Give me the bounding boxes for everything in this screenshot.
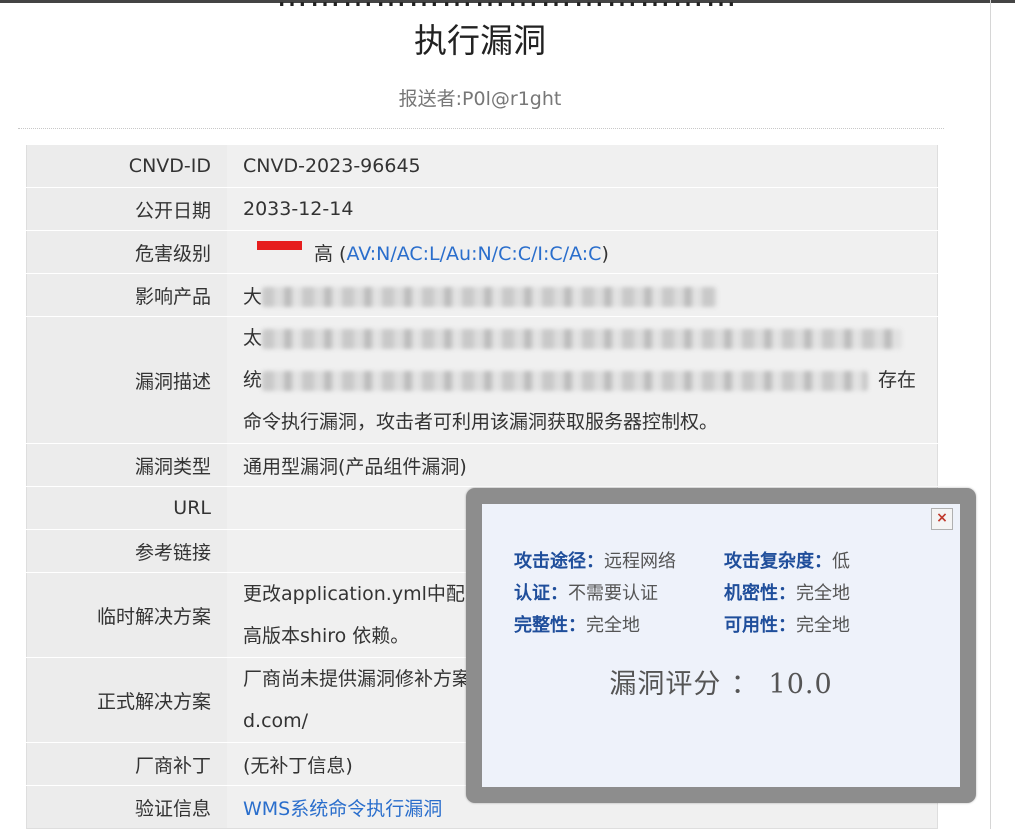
severity-open-paren: ( (333, 242, 347, 265)
score-value: 10.0 (768, 669, 833, 700)
metric-key: 攻击复杂度： (724, 551, 832, 572)
scrollbar-track[interactable] (990, 0, 991, 829)
metric-row: 认证：不需要认证 机密性：完全地 (514, 578, 934, 610)
metric-integrity: 完整性：完全地 (514, 610, 724, 642)
metric-value: 低 (832, 551, 850, 572)
row-cnvd-id: CNVD-ID CNVD-2023-96645 (26, 144, 938, 188)
row-vuln-type: 漏洞类型 通用型漏洞(产品组件漏洞) (26, 443, 938, 487)
metric-confidentiality: 机密性：完全地 (724, 578, 934, 610)
description-line1-prefix: 太 (243, 327, 263, 349)
score-label: 漏洞评分 ： (609, 669, 759, 700)
metric-value: 完全地 (796, 583, 850, 604)
cvss-metrics: 攻击途径：远程网络 攻击复杂度：低 认证：不需要认证 机密性：完全地 完整性：完… (514, 546, 934, 642)
value-severity: 高 (AV:N/AC:L/Au:N/C:C/I:C/A:C) (227, 230, 938, 274)
page-title: 执行漏洞 (414, 21, 546, 60)
redacted-product (262, 287, 718, 307)
cvss-popup-body: × 攻击途径：远程网络 攻击复杂度：低 认证：不需要认证 机密性：完全地 完整性… (482, 504, 960, 787)
label-solution: 正式解决方案 (26, 657, 227, 743)
description-line2-suffix: 存在 (878, 369, 917, 391)
metric-access-complexity: 攻击复杂度：低 (724, 546, 934, 578)
metric-access-vector: 攻击途径：远程网络 (514, 546, 724, 578)
metric-key: 可用性： (724, 615, 796, 636)
close-icon[interactable]: × (931, 508, 953, 530)
label-vuln-type: 漏洞类型 (26, 443, 227, 487)
description-line2-prefix: 统 (243, 369, 263, 391)
label-product: 影响产品 (26, 273, 227, 317)
label-workaround: 临时解决方案 (26, 572, 227, 658)
page-title-partial: …………………………………… (0, 0, 1015, 6)
label-patch: 厂商补丁 (26, 742, 227, 786)
verification-link[interactable]: WMS系统命令执行漏洞 (243, 798, 442, 820)
redacted-description-line2 (262, 370, 869, 391)
value-cnvd-id: CNVD-2023-96645 (227, 144, 938, 188)
severity-close-paren: ) (601, 242, 609, 265)
metric-row: 攻击途径：远程网络 攻击复杂度：低 (514, 546, 934, 578)
row-product: 影响产品 大 (26, 273, 938, 317)
label-publish-date: 公开日期 (26, 187, 227, 231)
metric-value: 完全地 (796, 615, 850, 636)
metric-key: 机密性： (724, 583, 796, 604)
row-description: 漏洞描述 太 统 存在 命令执行漏洞，攻击者可利用该漏洞获取服务器控制权。 (26, 316, 938, 444)
label-reference: 参考链接 (26, 529, 227, 573)
value-description: 太 统 存在 命令执行漏洞，攻击者可利用该漏洞获取服务器控制权。 (227, 316, 938, 444)
vuln-score: 漏洞评分 ： 10.0 (482, 662, 960, 701)
label-severity: 危害级别 (26, 230, 227, 274)
metric-key: 攻击途径： (514, 551, 604, 572)
label-cnvd-id: CNVD-ID (26, 144, 227, 188)
reporter: 报送者:P0l@r1ght (398, 88, 562, 110)
metric-key: 认证： (514, 583, 568, 604)
divider (18, 128, 944, 129)
redacted-description-line1 (262, 328, 903, 349)
cvss-popup: × 攻击途径：远程网络 攻击复杂度：低 认证：不需要认证 机密性：完全地 完整性… (466, 488, 976, 803)
metric-row: 完整性：完全地 可用性：完全地 (514, 610, 934, 642)
label-verification: 验证信息 (26, 785, 227, 829)
severity-level: 高 (314, 242, 334, 265)
value-product: 大 (227, 273, 938, 317)
description-line3: 命令执行漏洞，攻击者可利用该漏洞获取服务器控制权。 (243, 411, 719, 433)
metric-value: 完全地 (586, 615, 640, 636)
row-publish-date: 公开日期 2033-12-14 (26, 187, 938, 231)
product-prefix: 大 (243, 285, 263, 308)
label-description: 漏洞描述 (26, 316, 227, 444)
value-publish-date: 2033-12-14 (227, 187, 938, 231)
metric-key: 完整性： (514, 615, 586, 636)
severity-vector-link[interactable]: AV:N/AC:L/Au:N/C:C/I:C/A:C (346, 243, 601, 265)
value-vuln-type: 通用型漏洞(产品组件漏洞) (227, 443, 938, 487)
metric-authentication: 认证：不需要认证 (514, 578, 724, 610)
metric-value: 不需要认证 (568, 583, 658, 604)
metric-availability: 可用性：完全地 (724, 610, 934, 642)
row-severity: 危害级别 高 (AV:N/AC:L/Au:N/C:C/I:C/A:C) (26, 230, 938, 274)
severity-bar (257, 240, 302, 250)
metric-value: 远程网络 (604, 551, 676, 572)
label-url: URL (26, 486, 227, 530)
